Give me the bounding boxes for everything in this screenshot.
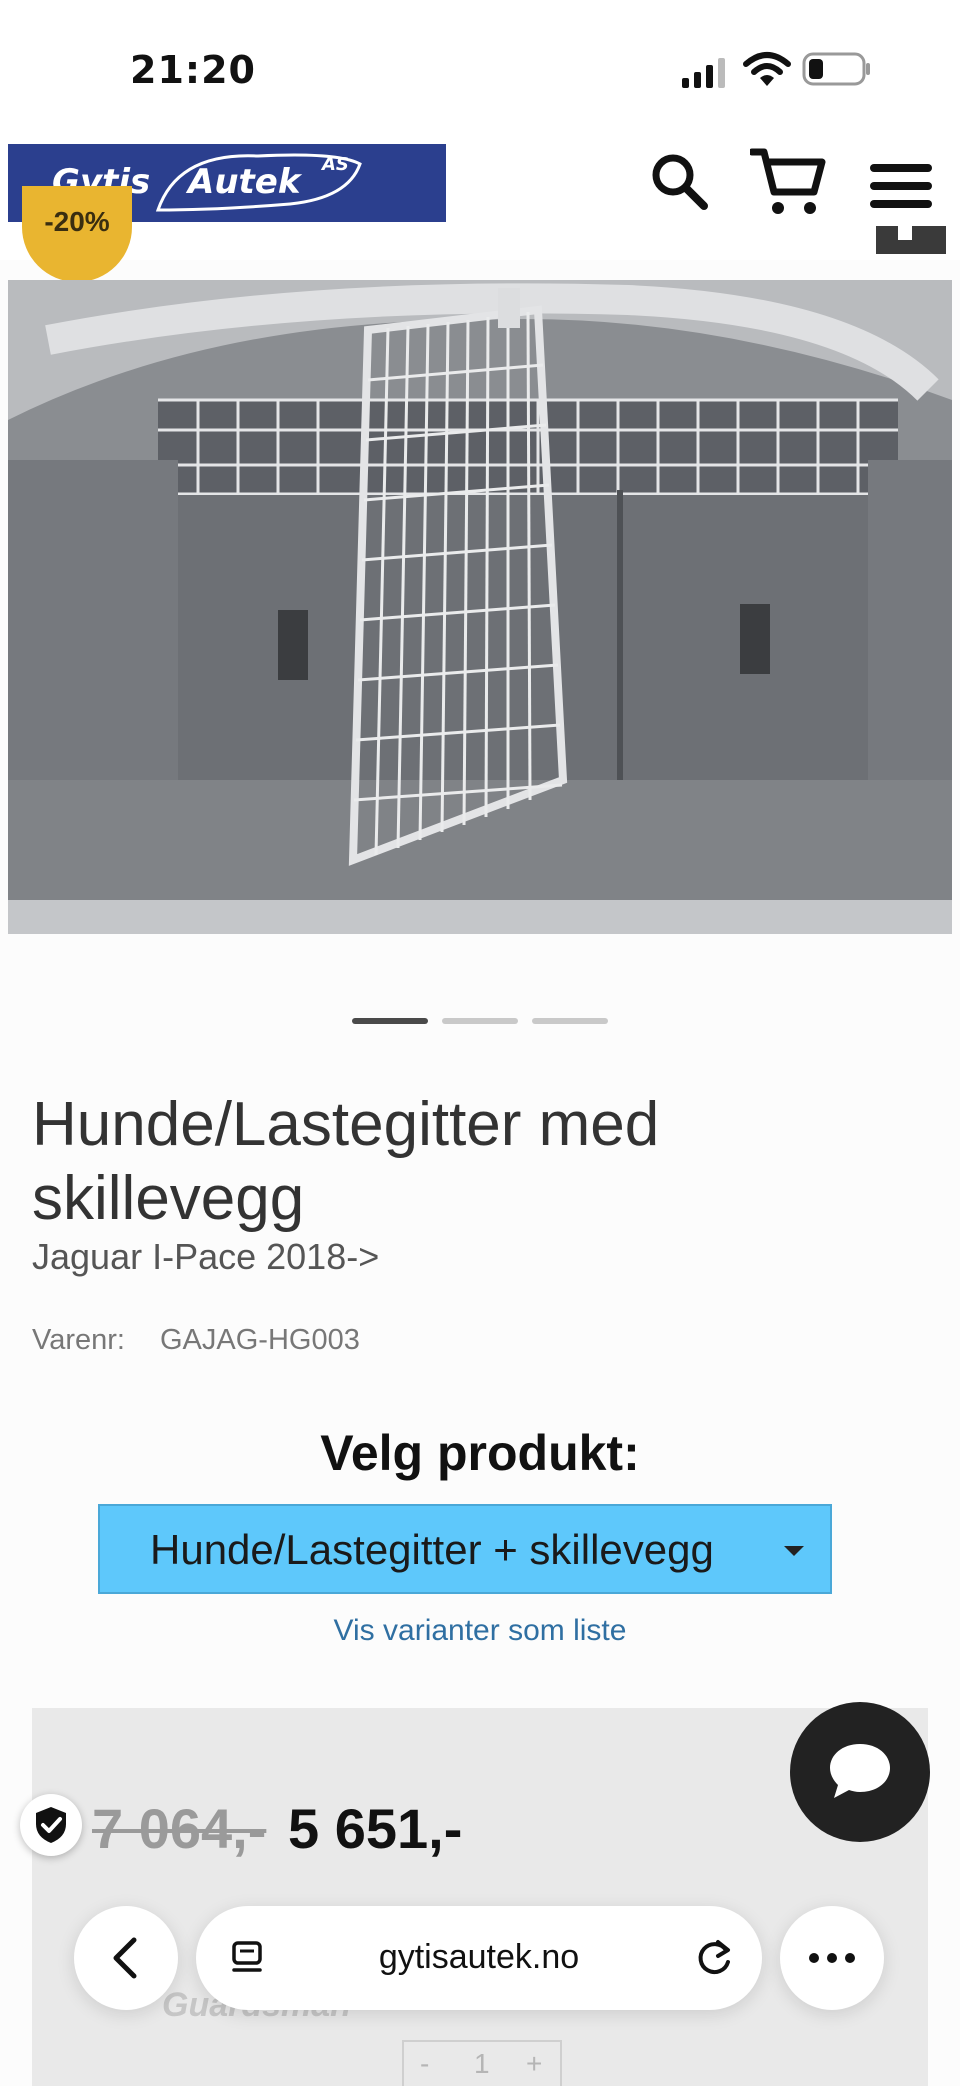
search-icon[interactable] (650, 152, 708, 210)
product-image[interactable] (8, 280, 952, 934)
shield-check-icon (36, 1807, 66, 1843)
quantity-plus-button[interactable]: + (526, 2048, 542, 2080)
back-button[interactable] (74, 1906, 178, 2010)
chat-button[interactable] (790, 1702, 930, 1842)
url-text: gytisautek.no (378, 1938, 580, 1976)
wifi-icon (743, 52, 791, 86)
cart-icon[interactable] (750, 146, 826, 218)
carousel-dot-2[interactable] (442, 1018, 518, 1024)
trunk-photo (8, 280, 952, 934)
menu-icon[interactable] (870, 162, 932, 210)
carousel-dot-3[interactable] (532, 1018, 608, 1024)
product-subtitle: Jaguar I-Pace 2018-> (32, 1236, 380, 1277)
logo-suffix: AS (322, 154, 349, 175)
carousel-dots (352, 1018, 608, 1026)
carousel-dot-1[interactable] (352, 1018, 428, 1024)
quantity-value[interactable]: 1 (474, 2048, 490, 2080)
product-title: Hunde/Lastegitter med skillevegg (32, 1090, 660, 1233)
browser-toolbar: gytisautek.no (0, 1900, 960, 2020)
chat-bubble-icon (830, 1744, 890, 1798)
new-price: 5 651,- (288, 1797, 463, 1860)
logo-text-autek: Autek (188, 162, 301, 202)
image-fullscreen-icon[interactable] (876, 226, 946, 254)
quantity-stepper[interactable]: - 1 + (402, 2040, 562, 2086)
cellular-signal-icon (682, 58, 725, 88)
choose-product-label: Velg produkt: (320, 1425, 640, 1481)
discount-badge: -20% (22, 186, 132, 282)
reload-icon[interactable] (694, 1936, 734, 1978)
variant-list-link[interactable]: Vis varianter som liste (0, 1614, 960, 1648)
variant-select[interactable]: Hunde/Lastegitter + skillevegg (98, 1504, 832, 1594)
more-dots-icon (809, 1953, 855, 1963)
address-bar[interactable]: gytisautek.no (196, 1906, 762, 2010)
discount-text: -20% (44, 206, 110, 237)
site-header: Gytis Autek AS (0, 140, 960, 260)
sku-label: Varenr: (32, 1324, 125, 1356)
trust-badge[interactable] (20, 1794, 82, 1856)
chevron-down-icon (784, 1546, 804, 1556)
status-time: 21:20 (130, 48, 256, 92)
chevron-left-icon (113, 1937, 137, 1979)
old-price: 7 064,- (92, 1797, 267, 1860)
status-bar: 21:20 (0, 0, 960, 140)
variant-selected-value: Hunde/Lastegitter + skillevegg (150, 1526, 714, 1573)
sku-value: GAJAG-HG003 (160, 1324, 360, 1356)
quantity-minus-button[interactable]: - (420, 2048, 429, 2080)
more-options-button[interactable] (780, 1906, 884, 2010)
battery-icon (802, 52, 870, 86)
